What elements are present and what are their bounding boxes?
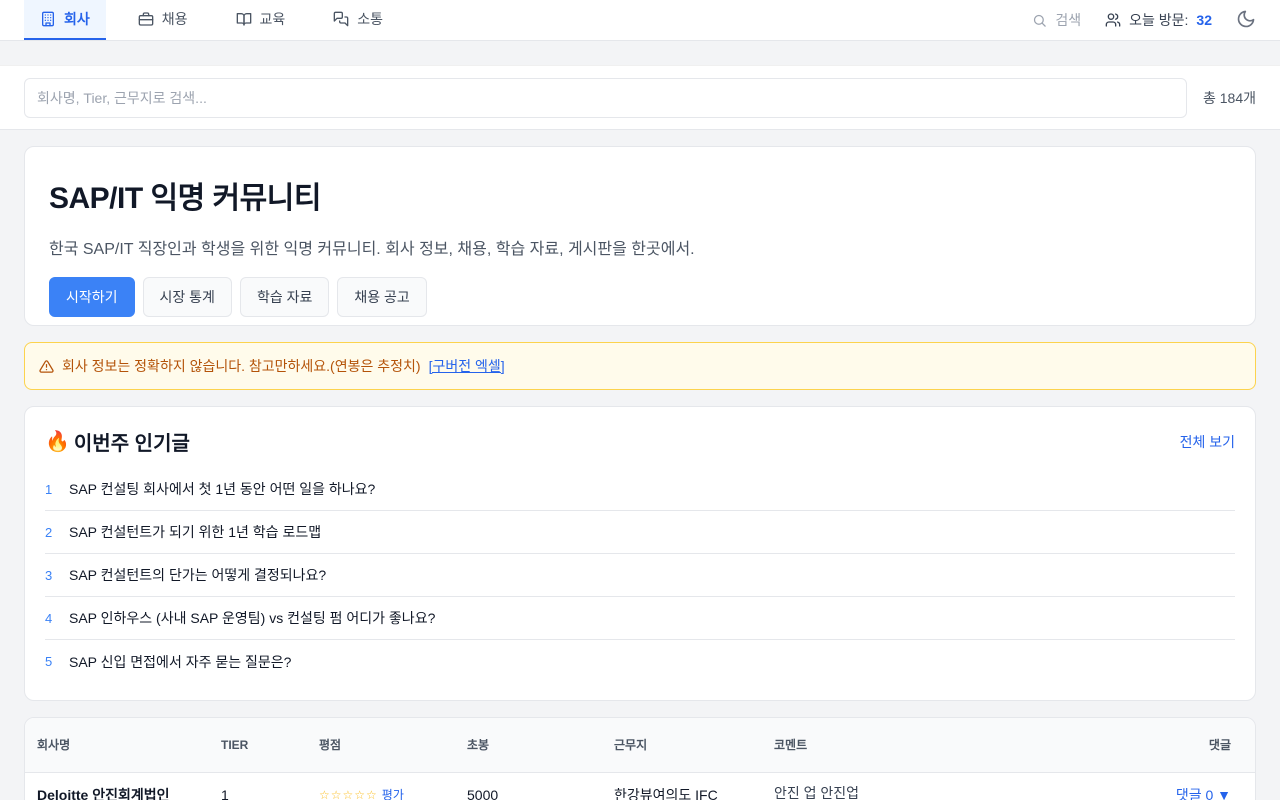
post-rank: 1	[45, 481, 53, 497]
learning-resources-button[interactable]: 학습 자료	[239, 277, 330, 317]
nav-tabs: 회사 채용 교육 소통	[24, 0, 399, 40]
tab-label: 회사	[64, 11, 90, 27]
popular-header: 🔥 이번주 인기글 전체 보기	[45, 427, 1235, 456]
popular-list: 1 SAP 컨설팅 회사에서 첫 1년 동안 어떤 일을 하나요? 2 SAP …	[45, 468, 1235, 683]
get-started-button[interactable]: 시작하기	[49, 277, 135, 317]
building-icon	[42, 11, 54, 27]
company-tier: 1	[221, 786, 229, 800]
column-header-tier[interactable]: TIER	[209, 718, 307, 773]
search-label: 검색	[1055, 12, 1082, 28]
hero-card: SAP/IT 익명 커뮤니티 한국 SAP/IT 직장인과 학생을 위한 익명 …	[24, 146, 1256, 326]
post-title: SAP 신입 면접에서 자주 묻는 질문은?	[69, 653, 292, 670]
hero-subtitle: 한국 SAP/IT 직장인과 학생을 위한 익명 커뮤니티. 회사 정보, 채용…	[49, 241, 695, 258]
rating-cell: ☆☆☆☆☆ 평가	[307, 772, 455, 800]
warning-notice: 회사 정보는 정확하지 않습니다. 참고만하세요.(연봉은 추정치) [구버전 …	[24, 342, 1256, 390]
column-header-name[interactable]: 회사명	[25, 718, 209, 773]
legacy-excel-link[interactable]: [구버전 엑셀]	[429, 356, 505, 376]
replies-toggle[interactable]: 댓글 0 ▼	[1031, 772, 1256, 800]
list-item[interactable]: 1 SAP 컨설팅 회사에서 첫 1년 동안 어떤 일을 하나요?	[45, 468, 1235, 511]
company-name[interactable]: Deloitte 안진회계법인	[25, 772, 209, 800]
briefcase-icon	[138, 12, 154, 26]
list-item[interactable]: 5 SAP 신입 면접에서 자주 묻는 질문은?	[45, 640, 1235, 683]
notice-text: 회사 정보는 정확하지 않습니다. 참고만하세요.(연봉은 추정치)	[62, 358, 421, 374]
top-navigation: 회사 채용 교육 소통 검색 오늘 방문: 32	[0, 0, 1280, 41]
visit-counter: 오늘 방문: 32	[1105, 10, 1212, 30]
column-header-replies[interactable]: 댓글	[1030, 718, 1255, 773]
market-stats-button[interactable]: 시장 통계	[142, 277, 232, 317]
job-postings-button[interactable]: 채용 공고	[337, 277, 427, 317]
moon-icon	[1237, 10, 1255, 27]
column-header-comment[interactable]: 코멘트	[762, 718, 1031, 773]
popular-title-text: 이번주 인기글	[73, 433, 190, 455]
list-item[interactable]: 3 SAP 컨설턴트의 단가는 어떻게 결정되나요?	[45, 554, 1235, 597]
company-search-input[interactable]	[24, 77, 1187, 118]
table-row[interactable]: Deloitte 안진회계법인 1 ☆☆☆☆☆ 평가 5000 한강뷰여의도 IF…	[25, 772, 1255, 800]
company-comment: 안진 업 안진업	[774, 784, 860, 800]
company-table: 회사명 TIER 평점 초봉 근무지 코멘트 댓글 Deloitte 안진회계법…	[25, 718, 1255, 800]
list-item[interactable]: 2 SAP 컨설턴트가 되기 위한 1년 학습 로드맵	[45, 511, 1235, 554]
warning-icon	[39, 359, 54, 373]
column-header-location[interactable]: 근무지	[602, 718, 762, 773]
tab-community[interactable]: 소통	[317, 0, 399, 40]
search-icon	[1034, 14, 1047, 27]
tab-jobs[interactable]: 채용	[122, 0, 204, 40]
tab-label: 교육	[259, 11, 286, 27]
tab-label: 채용	[161, 11, 188, 27]
post-title: SAP 인하우스 (사내 SAP 운영팀) vs 컨설팅 펌 어디가 좋나요?	[69, 610, 436, 626]
popular-posts-card: 🔥 이번주 인기글 전체 보기 1 SAP 컨설팅 회사에서 첫 1년 동안 어…	[24, 406, 1256, 701]
list-item[interactable]: 4 SAP 인하우스 (사내 SAP 운영팀) vs 컨설팅 펌 어디가 좋나요…	[45, 597, 1235, 640]
tab-education[interactable]: 교육	[220, 0, 302, 40]
column-header-salary[interactable]: 초봉	[455, 718, 602, 773]
total-count: 총 184개	[1202, 89, 1256, 106]
post-title: SAP 컨설팅 회사에서 첫 1년 동안 어떤 일을 하나요?	[69, 481, 376, 497]
popular-title: 🔥 이번주 인기글	[45, 427, 190, 456]
post-title: SAP 컨설턴트가 되기 위한 1년 학습 로드맵	[69, 524, 322, 540]
work-location: 한강뷰여의도 IFC	[614, 786, 718, 800]
visits-label: 오늘 방문:	[1129, 12, 1189, 28]
users-icon	[1105, 13, 1121, 27]
post-rank: 2	[45, 524, 53, 540]
column-header-rating[interactable]: 평점	[307, 718, 455, 773]
book-icon	[236, 13, 251, 26]
nav-search-button[interactable]: 검색	[1032, 10, 1081, 30]
hero-title: SAP/IT 익명 커뮤니티	[49, 182, 321, 215]
table-header-row: 회사명 TIER 평점 초봉 근무지 코멘트 댓글	[25, 718, 1255, 773]
visits-count: 32	[1196, 12, 1212, 28]
star-rating[interactable]: ☆☆☆☆☆	[319, 788, 378, 800]
starting-salary: 5000	[467, 786, 499, 800]
tab-label: 소통	[357, 11, 384, 27]
nav-right: 검색 오늘 방문: 32	[1032, 0, 1256, 40]
search-bar: 총 184개	[0, 65, 1280, 130]
view-all-link[interactable]: 전체 보기	[1180, 432, 1235, 452]
company-table-card: 회사명 TIER 평점 초봉 근무지 코멘트 댓글 Deloitte 안진회계법…	[24, 717, 1256, 800]
post-title: SAP 컨설턴트의 단가는 어떻게 결정되나요?	[69, 567, 327, 583]
theme-toggle-button[interactable]	[1236, 9, 1256, 32]
chat-icon	[333, 11, 349, 27]
fire-icon: 🔥	[45, 431, 70, 453]
rate-link[interactable]: 평가	[382, 788, 404, 800]
post-rank: 3	[45, 567, 53, 583]
post-rank: 5	[45, 654, 53, 669]
tab-company[interactable]: 회사	[24, 0, 106, 40]
hero-buttons: 시작하기 시장 통계 학습 자료 채용 공고	[49, 277, 1231, 317]
post-rank: 4	[45, 610, 53, 626]
